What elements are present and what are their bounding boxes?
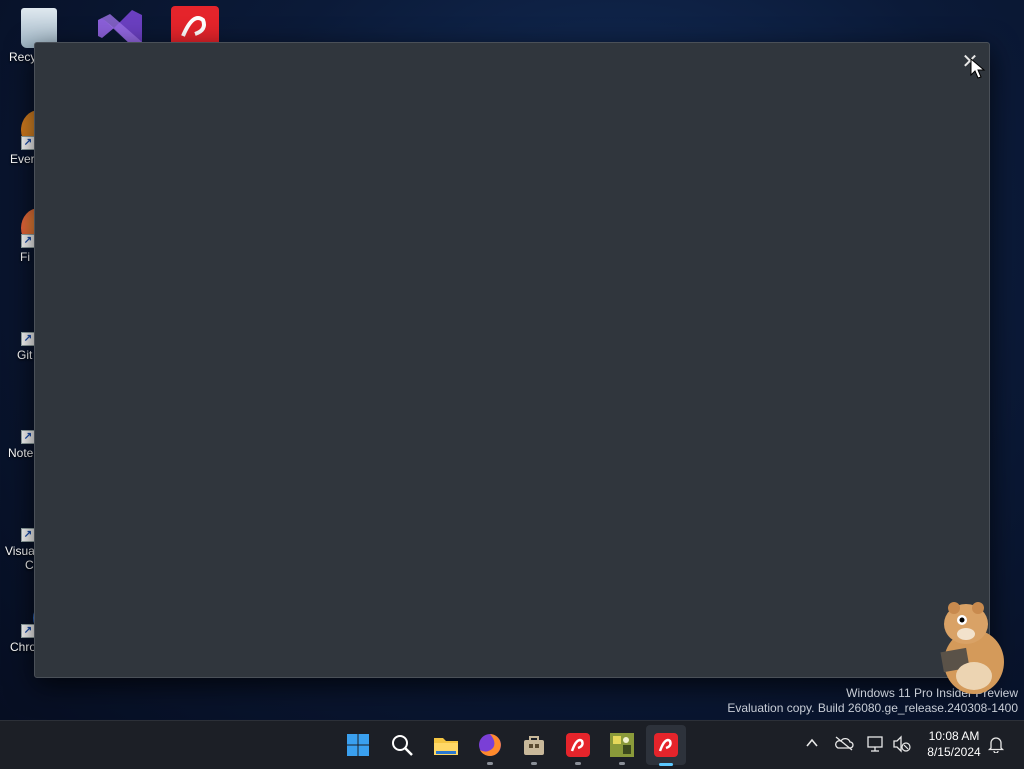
network-icon: [867, 736, 883, 752]
active-indicator: [659, 763, 673, 766]
folder-icon: [434, 738, 458, 755]
shortcut-arrow-icon: ↗: [21, 528, 35, 542]
running-indicator: [619, 762, 625, 765]
running-indicator: [487, 762, 493, 765]
bell-icon: [987, 737, 1005, 754]
taskbar-file-explorer[interactable]: [430, 729, 462, 761]
tray-network[interactable]: [866, 735, 886, 755]
desktop-icon-avira[interactable]: [160, 6, 230, 46]
blank-dialog-window: ✕: [34, 42, 990, 678]
store-icon: [524, 736, 544, 755]
taskbar-app-thumbnail[interactable]: [606, 729, 638, 765]
tray-overflow-chevron[interactable]: [802, 735, 822, 755]
avira-icon: [566, 733, 590, 757]
taskbar-avira[interactable]: [562, 729, 594, 765]
hamster-mascot-icon: [940, 602, 1004, 694]
taskbar-start-button[interactable]: [342, 729, 374, 761]
running-indicator: [575, 762, 581, 765]
chevron-up-icon: [806, 738, 818, 747]
running-indicator: [531, 762, 537, 765]
shortcut-arrow-icon: ↗: [21, 332, 35, 346]
tray-notifications[interactable]: [986, 735, 1006, 755]
shortcut-arrow-icon: ↗: [21, 234, 35, 248]
cloud-offline-icon: [835, 736, 854, 751]
clock-time: 10:08 AM: [928, 729, 980, 743]
avira-icon: [654, 733, 678, 757]
shortcut-arrow-icon: ↗: [21, 624, 35, 638]
app-icon: [610, 733, 634, 757]
avira-icon: [171, 6, 219, 46]
taskbar-search-button[interactable]: [386, 729, 418, 761]
clock-date: 8/15/2024: [927, 745, 981, 759]
speaker-muted-icon: [893, 735, 911, 753]
windows-start-icon: [347, 734, 369, 756]
taskbar: 10:08 AM 8/15/2024: [0, 720, 1024, 769]
search-icon: [392, 735, 413, 756]
taskbar-avira-active[interactable]: [646, 725, 686, 766]
taskbar-firefox[interactable]: [474, 729, 506, 765]
tray-onedrive[interactable]: [834, 735, 854, 755]
taskbar-clock[interactable]: 10:08 AM 8/15/2024: [918, 728, 990, 760]
mouse-cursor-icon: [970, 58, 986, 79]
tray-volume[interactable]: [892, 735, 912, 755]
taskbar-store[interactable]: [518, 729, 550, 765]
watermark-line-2: Evaluation copy. Build 26080.ge_release.…: [727, 701, 1018, 715]
firefox-icon: [479, 734, 501, 756]
shortcut-arrow-icon: ↗: [21, 430, 35, 444]
shortcut-arrow-icon: ↗: [21, 136, 35, 150]
